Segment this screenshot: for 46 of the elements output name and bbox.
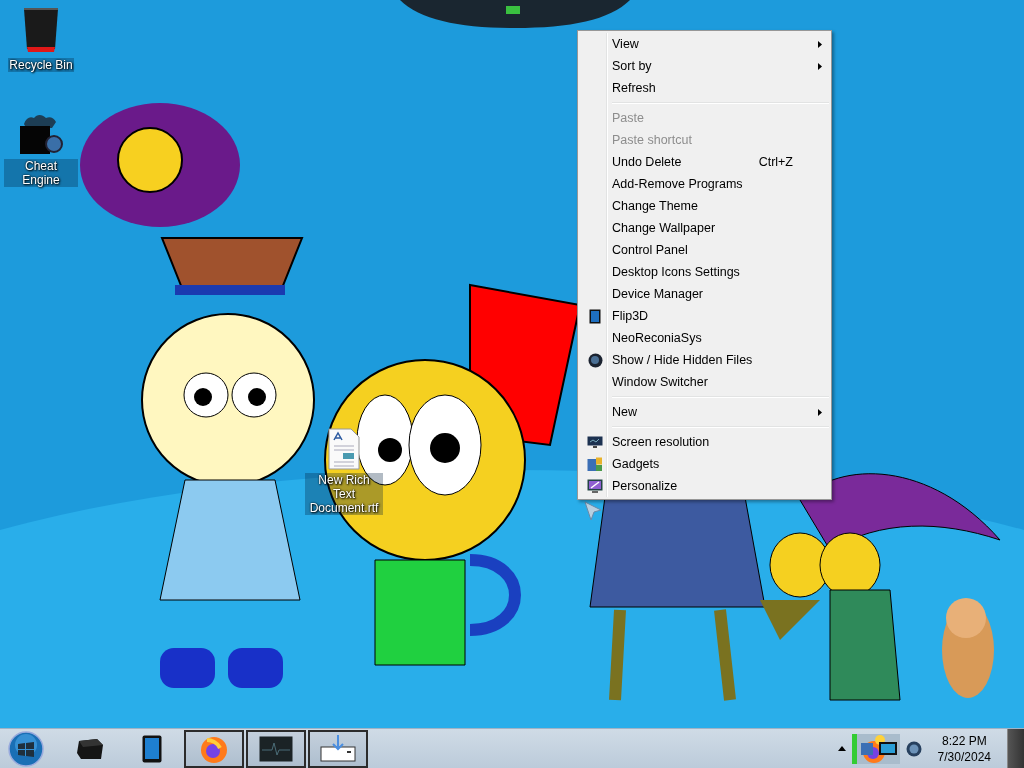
top-dock-tab[interactable] [400, 0, 630, 28]
menu-item[interactable]: Control Panel [580, 239, 829, 261]
desktop-icon-label[interactable]: Recycle Bin [8, 58, 74, 72]
taskbar-button[interactable] [246, 729, 306, 768]
start-orb-icon [8, 730, 44, 767]
inbox-download-icon [318, 734, 358, 763]
show-hidden-icons-arrow[interactable] [837, 746, 846, 751]
gear-box-icon [18, 114, 64, 156]
menu-item[interactable]: Sort by [580, 55, 829, 77]
menu-item[interactable]: Desktop Icons Settings [580, 261, 829, 283]
menu-item[interactable]: Personalize [580, 475, 829, 497]
menu-item[interactable]: Add-Remove Programs [580, 173, 829, 195]
show-desktop-button[interactable] [1007, 728, 1024, 768]
menu-item[interactable]: Change Theme [580, 195, 829, 217]
mouse-pointer-icon [584, 501, 602, 521]
taskbar-button[interactable] [308, 729, 368, 768]
waveform-monitor-icon [259, 735, 293, 762]
menu-item[interactable]: NeoReconiaSys [580, 327, 829, 349]
cube-icon [75, 736, 105, 761]
tablet-icon [589, 308, 601, 324]
menu-item[interactable]: Device Manager [580, 283, 829, 305]
trash-bin-icon [21, 7, 61, 55]
menu-item[interactable]: Show / Hide Hidden Files [580, 349, 829, 371]
clock[interactable]: 8:22 PM 7/30/2024 [927, 733, 1001, 764]
monitor-paint-icon [587, 478, 603, 494]
menu-item[interactable]: New [580, 401, 829, 423]
globe-icon [587, 352, 603, 368]
menu-item[interactable]: Undo Delete Ctrl+Z [580, 151, 829, 173]
tablet-icon [142, 734, 162, 763]
tray-app-icons[interactable] [851, 731, 900, 766]
document-icon [327, 428, 361, 470]
clock-time: 8:22 PM [941, 733, 987, 748]
menu-item[interactable]: Refresh [580, 77, 829, 99]
menu-item[interactable]: Change Wallpaper [580, 217, 829, 239]
taskbar-button[interactable] [184, 729, 244, 768]
menu-item[interactable]: Gadgets [580, 453, 829, 475]
desktop-icon-label[interactable]: Cheat Engine [4, 159, 78, 187]
gadgets-icon [587, 456, 603, 472]
menu-item[interactable]: View [580, 33, 829, 55]
globe-icon[interactable] [905, 740, 922, 757]
menu-item[interactable]: Flip3D [580, 305, 829, 327]
menu-item[interactable]: Window Switcher [580, 371, 829, 393]
menu-item[interactable]: Screen resolution [580, 431, 829, 453]
clock-date: 7/30/2024 [937, 749, 991, 764]
monitor-icon [587, 435, 603, 449]
start-button[interactable] [6, 729, 46, 768]
